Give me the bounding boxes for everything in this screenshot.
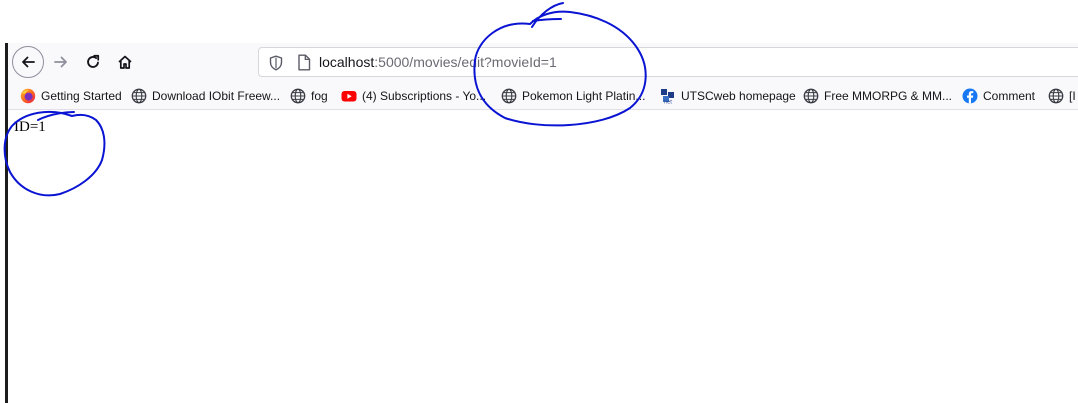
navigation-toolbar: localhost:5000/movies/edit?movieId=1 — [8, 43, 1078, 83]
reload-icon — [87, 54, 100, 68]
bookmark-label: Free MMORPG & MM... — [824, 89, 953, 103]
bookmark-fog[interactable]: fog — [290, 87, 328, 105]
bookmark-label: Comment — [983, 89, 1036, 103]
page-content: ID=1 — [8, 110, 1078, 403]
bookmark-label: Pokemon Light Platin... — [522, 89, 646, 103]
bookmark-utscweb-homepage[interactable]: net UTSCweb homepage — [660, 87, 796, 105]
globe-icon — [803, 88, 819, 104]
bookmark-pokemon-light-platinum[interactable]: Pokemon Light Platin... — [501, 87, 645, 105]
bookmarks-toolbar: Getting Started Download IObit Freew... … — [8, 83, 1078, 110]
bookmark-label: Getting Started — [41, 89, 122, 103]
globe-icon — [290, 88, 306, 104]
utsc-net-icon: net — [661, 89, 674, 105]
back-arrow-icon — [22, 56, 35, 68]
home-button[interactable] — [109, 46, 141, 78]
bookmark-youtube-subscriptions[interactable]: (4) Subscriptions - Yo... — [341, 87, 486, 105]
bookmark-label: UTSCweb homepage — [681, 89, 796, 103]
bookmark-comment[interactable]: Comment — [962, 87, 1035, 105]
svg-text:net: net — [664, 100, 672, 105]
globe-icon — [131, 88, 147, 104]
youtube-icon — [341, 91, 357, 102]
back-button[interactable] — [12, 46, 44, 78]
url-host: localhost — [319, 54, 375, 70]
page-icon[interactable] — [297, 54, 311, 71]
address-bar[interactable]: localhost:5000/movies/edit?movieId=1 — [258, 47, 1078, 77]
globe-icon — [501, 88, 517, 104]
facebook-icon — [962, 88, 978, 104]
reload-button[interactable] — [77, 46, 109, 78]
forward-arrow-icon — [54, 56, 67, 68]
shield-icon[interactable] — [269, 55, 283, 71]
bookmark-download-iobit[interactable]: Download IObit Freew... — [131, 87, 280, 105]
firefox-icon — [20, 88, 36, 104]
bookmark-truncated[interactable]: [I — [1048, 87, 1076, 105]
screenshot: localhost:5000/movies/edit?movieId=1 Get… — [0, 0, 1078, 403]
globe-icon — [1048, 88, 1064, 104]
bookmark-getting-started[interactable]: Getting Started — [20, 87, 122, 105]
url-text[interactable]: localhost:5000/movies/edit?movieId=1 — [319, 54, 557, 70]
bookmark-label: (4) Subscriptions - Yo... — [362, 89, 487, 103]
bookmark-label: fog — [311, 89, 328, 103]
forward-button[interactable] — [45, 46, 77, 78]
bookmark-label: Download IObit Freew... — [152, 89, 281, 103]
bookmark-free-mmorpg[interactable]: Free MMORPG & MM... — [803, 87, 952, 105]
bookmark-label: [I — [1069, 89, 1076, 103]
home-icon — [118, 55, 132, 69]
movie-id-text: ID=1 — [14, 119, 46, 135]
url-path: :5000/movies/edit?movieId=1 — [374, 54, 557, 70]
